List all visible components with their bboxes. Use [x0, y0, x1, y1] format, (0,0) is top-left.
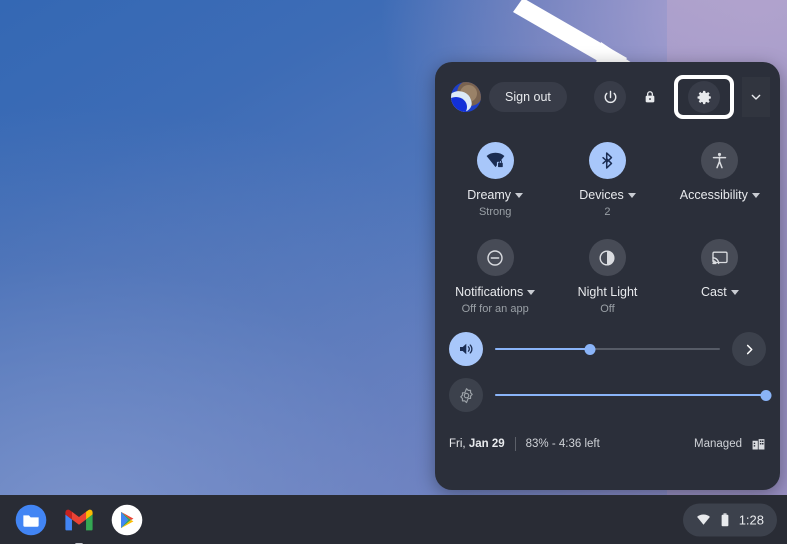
- brightness-slider-thumb[interactable]: [760, 389, 772, 401]
- user-avatar[interactable]: [451, 82, 481, 112]
- tile-accessibility-label: Accessibility: [679, 188, 748, 202]
- feature-tiles-row-1: Dreamy Strong Devices 2 Accessibility: [435, 132, 780, 229]
- tile-notifications-sublabel: Off for an app: [461, 303, 529, 316]
- chevron-down-icon: [751, 94, 761, 100]
- tile-cast-label: Cast: [700, 285, 727, 300]
- chevron-down-icon[interactable]: [515, 193, 524, 198]
- lock-button[interactable]: [634, 81, 666, 113]
- tile-notifications-label: Notifications: [455, 285, 524, 300]
- files-app-icon: [15, 504, 47, 535]
- managed-label[interactable]: Managed: [694, 438, 742, 450]
- brightness-slider-fill: [495, 394, 766, 397]
- chevron-down-icon[interactable]: [730, 290, 739, 296]
- enterprise-icon[interactable]: [751, 437, 766, 452]
- tile-bluetooth-sublabel: 2: [604, 206, 611, 218]
- tile-cast-label-row: Cast: [701, 285, 739, 300]
- quick-settings-panel: Sign out Dreamy Strong Devices 2 Accessi…: [435, 62, 780, 490]
- volume-slider-row: [435, 326, 780, 372]
- cast-icon: [712, 251, 728, 264]
- system-tray[interactable]: 1:28: [682, 503, 777, 536]
- chevron-down-icon[interactable]: [627, 193, 636, 198]
- tile-night-light-label: Night Light: [577, 285, 638, 300]
- shelf: 1:28: [0, 495, 787, 544]
- quick-settings-header: Sign out: [435, 62, 780, 132]
- battery-status: 83% - 4:36 left: [525, 438, 600, 451]
- play-store-app-icon: [111, 504, 143, 535]
- brightness-icon: [459, 387, 473, 404]
- wifi-icon: [696, 513, 710, 525]
- tile-night-light[interactable]: Night Light Off: [551, 233, 663, 326]
- tile-accessibility-icon-bg: [701, 142, 739, 179]
- shelf-item-gmail[interactable]: [62, 503, 96, 544]
- brightness-slider[interactable]: [495, 387, 772, 403]
- tile-bluetooth-icon-bg: [588, 142, 626, 179]
- do-not-disturb-icon: [487, 249, 503, 266]
- night-light-icon: [599, 250, 616, 266]
- wifi-locked-icon: [486, 152, 505, 169]
- shelf-item-play-store[interactable]: [110, 503, 144, 537]
- bluetooth-icon: [602, 152, 613, 169]
- tile-night-light-sublabel: Off: [600, 303, 615, 316]
- tile-network-icon-bg: [476, 142, 514, 179]
- battery-icon: [721, 512, 729, 526]
- power-button[interactable]: [594, 81, 626, 113]
- tile-network-sublabel: Strong: [478, 206, 512, 218]
- feature-tiles-row-2: Notifications Off for an app Night Light…: [435, 229, 780, 326]
- tile-accessibility[interactable]: Accessibility: [664, 136, 776, 229]
- chevron-down-icon[interactable]: [751, 193, 760, 198]
- shelf-item-files[interactable]: [14, 503, 48, 537]
- brightness-slider-row: [435, 372, 780, 418]
- tile-notifications-label-row: Notifications: [455, 285, 536, 300]
- volume-slider[interactable]: [495, 341, 720, 357]
- tile-bluetooth-label: Devices: [579, 188, 624, 202]
- tile-bluetooth-label-row: Devices: [579, 188, 636, 203]
- shelf-app-list: [0, 503, 144, 544]
- date-display[interactable]: Fri, Jan 29: [449, 438, 505, 450]
- chevron-down-icon[interactable]: [527, 290, 536, 296]
- quick-settings-footer: Fri, Jan 29 83% - 4:36 left Managed: [435, 424, 780, 464]
- tile-network-label-row: Dreamy: [467, 188, 524, 203]
- tile-cast-icon-bg: [701, 239, 739, 277]
- settings-button-container: [674, 75, 734, 119]
- accessibility-icon: [713, 152, 727, 169]
- tile-notifications-icon-bg: [476, 239, 514, 277]
- tile-cast[interactable]: Cast: [664, 233, 776, 326]
- volume-expand-button[interactable]: [732, 332, 766, 367]
- lock-icon: [645, 91, 655, 103]
- brightness-button[interactable]: [449, 378, 483, 413]
- tray-clock: 1:28: [738, 512, 764, 527]
- footer-divider: [514, 437, 516, 452]
- tile-network-label: Dreamy: [467, 188, 512, 202]
- tile-network[interactable]: Dreamy Strong: [439, 136, 551, 229]
- sign-out-button[interactable]: Sign out: [489, 82, 567, 112]
- collapse-button[interactable]: [742, 77, 770, 117]
- chevron-right-icon: [746, 344, 752, 355]
- tile-accessibility-label-row: Accessibility: [680, 188, 760, 203]
- power-icon: [604, 90, 616, 103]
- date-prefix: Fri,: [449, 438, 469, 451]
- volume-button[interactable]: [449, 332, 483, 367]
- gear-icon: [697, 90, 711, 104]
- date-value: Jan 29: [468, 438, 505, 451]
- tile-night-light-icon-bg: [588, 239, 626, 277]
- tile-night-light-label-row: Night Light: [578, 285, 638, 300]
- volume-up-icon: [460, 344, 473, 355]
- gmail-app-icon: [65, 509, 93, 530]
- tile-notifications[interactable]: Notifications Off for an app: [439, 233, 551, 326]
- settings-button[interactable]: [688, 81, 720, 113]
- volume-slider-fill: [495, 348, 590, 351]
- tile-bluetooth[interactable]: Devices 2: [551, 136, 663, 229]
- volume-slider-thumb[interactable]: [584, 343, 595, 355]
